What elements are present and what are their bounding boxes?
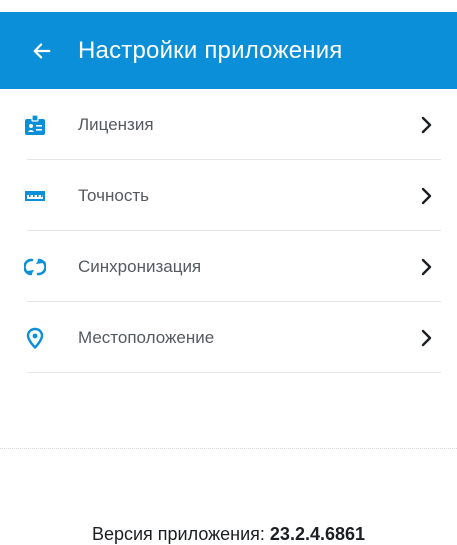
chevron-right-icon (420, 258, 434, 276)
version-number: 23.2.4.6861 (269, 524, 366, 544)
menu-item-label: Местоположение (78, 327, 215, 347)
app-version: Версия приложения: 23.2.4.6861 (0, 524, 457, 545)
sync-icon (24, 256, 46, 278)
menu-item-sync[interactable]: Синхронизация (0, 231, 457, 302)
app-bar: Настройки приложения (0, 12, 457, 89)
chevron-right-icon (420, 329, 434, 347)
ruler-icon (24, 185, 46, 207)
menu-item-label: Точность (78, 185, 149, 205)
menu-item-accuracy[interactable]: Точность (0, 160, 457, 231)
location-pin-icon (24, 327, 46, 349)
chevron-right-icon (420, 116, 434, 134)
settings-menu: Лицензия Точность Синхронизация Местопол… (0, 89, 457, 373)
menu-item-location[interactable]: Местоположение (0, 302, 457, 373)
chevron-right-icon (420, 187, 434, 205)
license-badge-icon (24, 113, 46, 136)
version-label: Версия приложения: (91, 524, 270, 544)
menu-item-license[interactable]: Лицензия (0, 89, 457, 160)
arrow-left-icon (33, 42, 51, 59)
page-title: Настройки приложения (78, 36, 343, 64)
menu-item-label: Лицензия (78, 114, 154, 134)
menu-item-label: Синхронизация (78, 256, 202, 276)
divider (0, 448, 457, 449)
back-button[interactable] (22, 31, 62, 71)
